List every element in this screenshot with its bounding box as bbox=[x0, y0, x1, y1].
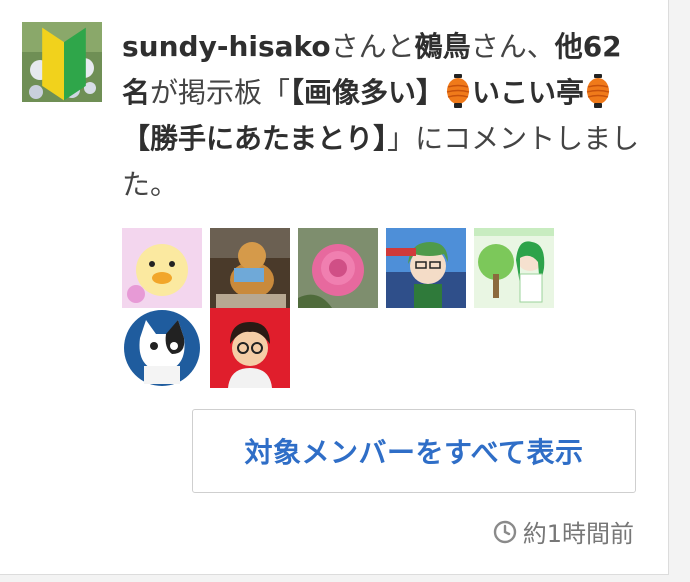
man-avatar-icon bbox=[210, 308, 290, 388]
cat-avatar-icon bbox=[122, 308, 202, 388]
clock-icon bbox=[493, 520, 517, 544]
green-tree-girl-avatar-icon bbox=[474, 228, 554, 308]
member-avatar-green-girl[interactable] bbox=[474, 228, 554, 308]
member-avatar-dog[interactable] bbox=[210, 228, 290, 308]
dog-avatar-icon bbox=[210, 228, 290, 308]
chick-avatar-icon bbox=[122, 228, 202, 308]
board-title-part: 【画像多い】 bbox=[290, 76, 445, 109]
board-title-part: 【勝手にあたまとり】 bbox=[122, 122, 388, 155]
beginner-mark-icon bbox=[42, 27, 86, 101]
rose-avatar-icon bbox=[298, 228, 378, 308]
member-avatar-chick[interactable] bbox=[122, 228, 202, 308]
activity-message: sundy-hisakoさんと鵺鳥さん、他62名が掲示板「【画像多い】 いこい亭【… bbox=[122, 24, 642, 208]
activity-card: sundy-hisakoさんと鵺鳥さん、他62名が掲示板「【画像多い】 いこい亭【… bbox=[0, 0, 669, 575]
member-avatar-cat[interactable] bbox=[122, 308, 202, 388]
time-label: 約1時間前 bbox=[522, 520, 634, 548]
board-title-part: いこい亭 bbox=[472, 76, 585, 109]
actor2-link[interactable]: 鵺鳥 bbox=[415, 30, 471, 63]
actor-avatar[interactable] bbox=[22, 22, 102, 102]
join-text: さんと bbox=[330, 30, 415, 63]
member-avatar-rose[interactable] bbox=[298, 228, 378, 308]
join-text: が掲示板「 bbox=[150, 76, 291, 109]
lantern-icon bbox=[586, 73, 610, 109]
show-all-members-button[interactable]: 対象メンバーをすべて表示 bbox=[192, 409, 636, 493]
member-avatar-man[interactable] bbox=[210, 308, 290, 388]
lantern-icon bbox=[446, 73, 470, 109]
anime-green-hair-avatar-icon bbox=[386, 228, 466, 308]
timestamp: 約1時間前 bbox=[493, 514, 634, 549]
member-avatar-anime[interactable] bbox=[386, 228, 466, 308]
actor1-link[interactable]: sundy-hisako bbox=[122, 30, 331, 63]
join-text: さん、 bbox=[470, 30, 555, 63]
